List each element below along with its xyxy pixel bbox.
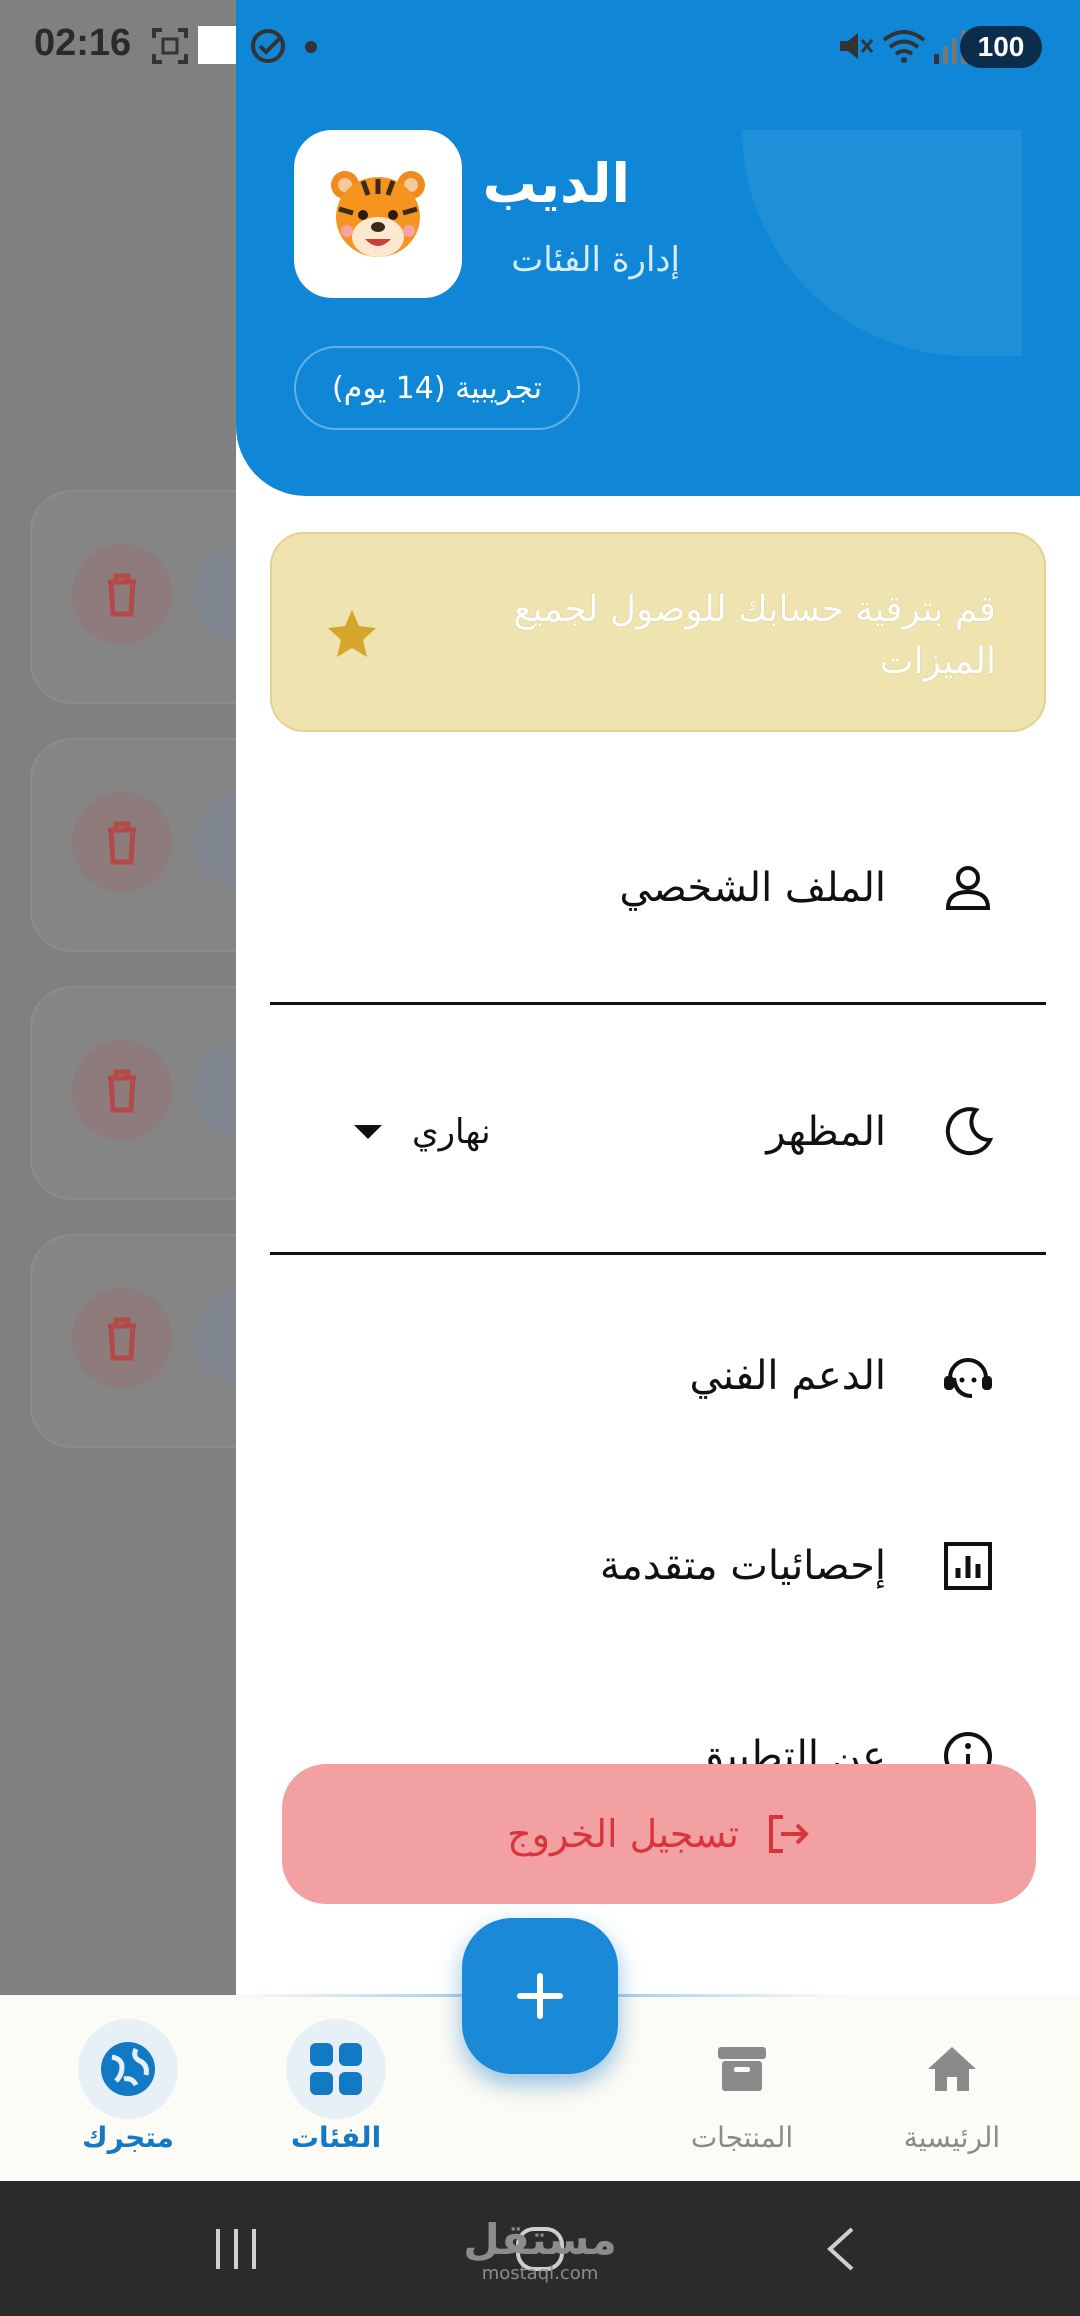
menu-item-appearance[interactable]: المظهر نهاري	[270, 1052, 1046, 1212]
logout-icon	[768, 1815, 809, 1853]
theme-dropdown[interactable]: نهاري	[354, 1112, 491, 1152]
divider	[270, 1002, 1046, 1005]
avatar[interactable]	[294, 130, 462, 298]
logout-label: تسجيل الخروج	[507, 1812, 739, 1856]
watermark-url: mostaql.com	[481, 2263, 599, 2284]
list-item	[32, 1236, 236, 1446]
theme-value: نهاري	[412, 1112, 491, 1152]
user-icon	[945, 866, 991, 910]
edit-button	[194, 1040, 236, 1140]
headset-icon	[944, 1358, 992, 1398]
grid-icon	[310, 2043, 362, 2095]
delete-button	[72, 792, 172, 892]
list-item	[32, 740, 236, 950]
app-badge-icon	[198, 26, 236, 64]
edit-button	[194, 1288, 236, 1388]
user-name: الديب	[482, 152, 630, 215]
caret-down-icon	[354, 1125, 382, 1139]
archive-icon	[718, 2047, 766, 2091]
nav-label: المنتجات	[690, 2121, 794, 2154]
menu-label: الدعم الفني	[689, 1353, 886, 1399]
moon-icon	[945, 1107, 994, 1156]
delete-button	[72, 1288, 172, 1388]
trial-badge: تجريبية (14 يوم)	[294, 346, 580, 430]
background-list	[0, 0, 236, 1995]
edit-button	[194, 792, 236, 892]
wifi-icon	[882, 30, 926, 63]
tiger-avatar-icon	[331, 171, 425, 257]
screenshot-icon	[152, 28, 188, 64]
chart-icon	[944, 1542, 992, 1590]
dot-icon	[305, 41, 317, 53]
nav-icon-wrap	[692, 2019, 792, 2119]
delete-button	[72, 1040, 172, 1140]
delete-button	[72, 544, 172, 644]
system-navigation-bar: مستقل mostaql.com	[0, 2181, 1080, 2316]
menu-label: الملف الشخصي	[619, 865, 886, 911]
nav-icon-wrap	[902, 2019, 1002, 2119]
check-circle-icon	[251, 29, 285, 63]
nav-item-categories[interactable]: الفئات	[246, 1995, 426, 2181]
add-button[interactable]	[462, 1918, 618, 2074]
edit-button	[194, 544, 236, 644]
nav-icon-wrap	[286, 2019, 386, 2119]
nav-item-products[interactable]: المنتجات	[652, 1995, 832, 2181]
logout-button[interactable]: تسجيل الخروج	[282, 1764, 1036, 1904]
nav-label: الفئات	[290, 2121, 382, 2154]
menu-item-profile[interactable]: الملف الشخصي	[270, 808, 1046, 968]
menu-label: إحصائيات متقدمة	[599, 1543, 886, 1589]
menu-item-stats[interactable]: إحصائيات متقدمة	[270, 1486, 1046, 1646]
home-icon	[928, 2047, 976, 2091]
list-item	[32, 492, 236, 702]
nav-item-store[interactable]: متجرك	[38, 1995, 218, 2181]
mute-icon	[840, 33, 874, 59]
divider	[270, 1252, 1046, 1255]
upgrade-banner[interactable]: قم بترقية حسابك للوصول لجميع الميزات	[270, 532, 1046, 732]
menu-item-support[interactable]: الدعم الفني	[270, 1296, 1046, 1456]
watermark: مستقل	[463, 2215, 617, 2264]
plus-icon	[517, 1973, 563, 2019]
globe-icon	[101, 2042, 155, 2096]
navigation-drawer: الديب إدارة الفئات تجريبية (14 يوم) قم ب…	[236, 0, 1080, 1995]
status-bar: 02:16 100	[0, 0, 1080, 96]
status-time: 02:16	[34, 22, 132, 64]
nav-icon-wrap	[78, 2019, 178, 2119]
header-decoration	[742, 130, 1022, 356]
star-icon	[328, 610, 376, 657]
nav-label: متجرك	[81, 2121, 175, 2154]
user-role: إدارة الفئات	[511, 240, 680, 280]
list-item	[32, 988, 236, 1198]
menu-label: المظهر	[766, 1109, 886, 1155]
upgrade-text: قم بترقية حسابك للوصول لجميع الميزات	[513, 589, 996, 682]
battery-indicator: 100	[960, 26, 1042, 68]
nav-item-home[interactable]: الرئيسية	[862, 1995, 1042, 2181]
nav-label: الرئيسية	[903, 2121, 1001, 2154]
